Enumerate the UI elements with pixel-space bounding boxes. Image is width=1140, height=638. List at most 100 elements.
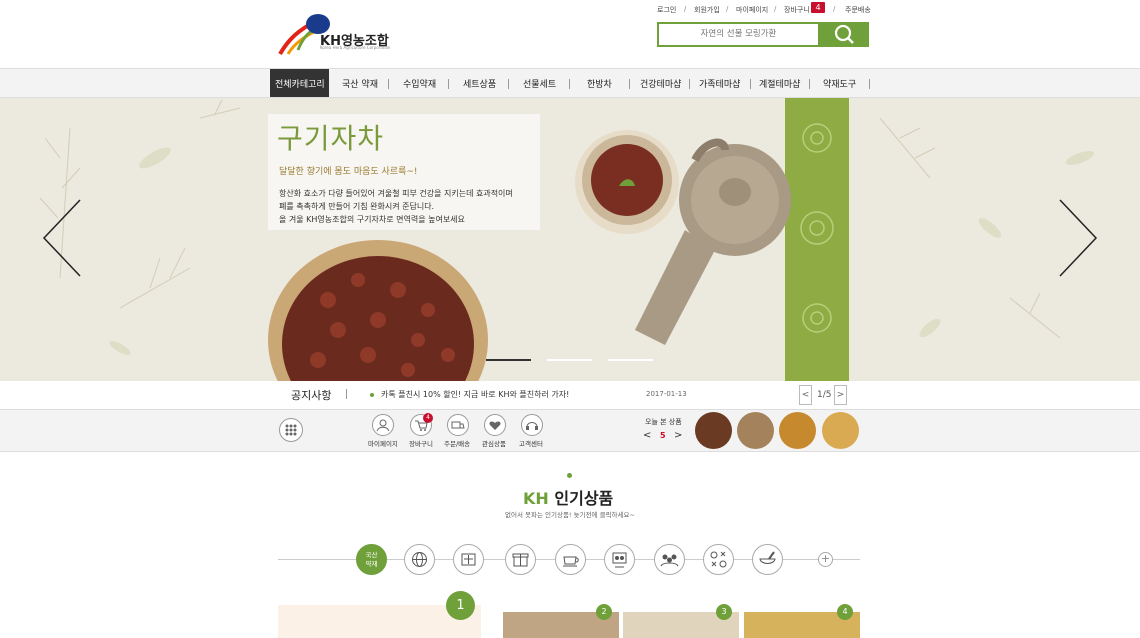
hero-banner[interactable]	[0, 98, 1140, 381]
truck-icon	[451, 421, 465, 429]
recent-thumb[interactable]	[822, 412, 859, 449]
quick-label: 관심상품	[482, 440, 506, 448]
notice-next-button[interactable]: >	[834, 385, 847, 405]
heart-icon	[489, 421, 501, 430]
category-imported[interactable]	[404, 544, 435, 575]
divider: /	[726, 5, 729, 13]
order-quick-button[interactable]	[447, 414, 469, 436]
category-label: 국산 약재	[365, 551, 378, 568]
quick-label: 장바구니	[409, 440, 433, 448]
quick-menu-bar	[0, 409, 1140, 452]
signup-link[interactable]: 회원가입	[694, 5, 720, 15]
hero-description-line: 올 겨울 KH영농조합의 구기자차로 면역력을 높여보세요	[279, 215, 465, 224]
family-icon	[612, 552, 627, 568]
nav-season-theme[interactable]: 계절테마샵	[759, 77, 800, 90]
hero-title: 구기자차	[277, 122, 385, 155]
notice-bullet-icon	[370, 393, 374, 397]
support-quick-button[interactable]	[521, 414, 543, 436]
rank-badge: 4	[837, 604, 853, 620]
quick-label: 고객센터	[519, 440, 543, 448]
category-health[interactable]	[604, 544, 635, 575]
seasons-icon	[710, 551, 727, 568]
category-set[interactable]	[453, 544, 484, 575]
nav-divider	[569, 79, 570, 89]
nav-herb-tools[interactable]: 약재도구	[823, 77, 856, 90]
goji-bowl-image	[268, 240, 488, 381]
recent-thumb[interactable]	[695, 412, 732, 449]
category-domestic-herbs[interactable]: 국산 약재	[356, 544, 387, 575]
mypage-quick-button[interactable]	[372, 414, 394, 436]
hero-next-arrow-icon[interactable]	[1058, 198, 1098, 278]
quick-cart-badge: 4	[423, 413, 433, 423]
notice-date: 2017-01-13	[646, 390, 687, 398]
recent-next-button[interactable]: >	[674, 430, 682, 441]
logo-subtitle: Korea Herb Agriculture Corporation	[320, 45, 391, 50]
rank-badge: 3	[716, 604, 732, 620]
category-more-button[interactable]: +	[818, 552, 833, 567]
nav-divider	[750, 79, 751, 89]
rank-badge: 2	[596, 604, 612, 620]
slide-indicator-3[interactable]	[608, 359, 653, 361]
cart-link[interactable]: 장바구니	[784, 5, 810, 15]
notice-divider	[346, 389, 347, 399]
popular-title-rest: 인기상품	[554, 489, 614, 508]
slide-indicator-2[interactable]	[547, 359, 592, 361]
divider: /	[833, 5, 836, 13]
nav-set-products[interactable]: 세트상품	[463, 77, 496, 90]
recent-count: 5	[660, 431, 666, 440]
wishlist-quick-button[interactable]	[484, 414, 506, 436]
nav-herbal-tea[interactable]: 한방차	[587, 77, 612, 90]
category-family[interactable]	[654, 544, 685, 575]
rank-badge: 1	[446, 591, 475, 620]
notice-title: 공지사항	[291, 389, 332, 402]
user-icon	[376, 419, 390, 432]
nav-imported-herbs[interactable]: 수입약재	[403, 77, 436, 90]
category-season[interactable]	[703, 544, 734, 575]
nav-divider	[629, 79, 630, 89]
notice-link[interactable]: 카톡 플친시 10% 할인! 지금 바로 KH와 플친하러 가자!	[381, 389, 569, 400]
hero-prev-arrow-icon[interactable]	[42, 198, 82, 278]
grid-icon	[285, 424, 297, 436]
login-link[interactable]: 로그인	[657, 5, 676, 15]
hero-description-line: 항산화 효소가 다량 들어있어 겨울철 피부 건강을 지키는데 효과적이며	[279, 189, 513, 198]
divider: /	[774, 5, 777, 13]
nav-divider	[448, 79, 449, 89]
all-menu-button[interactable]	[279, 418, 303, 442]
teapot-image	[575, 130, 791, 345]
tea-cup-icon	[563, 556, 579, 567]
recent-thumb[interactable]	[737, 412, 774, 449]
hero-background-art	[39, 99, 1095, 355]
quick-label: 주문/배송	[444, 440, 471, 448]
nav-health-theme[interactable]: 건강테마샵	[640, 77, 681, 90]
main-nav	[0, 68, 1140, 98]
slide-indicator-1[interactable]	[486, 359, 531, 361]
nav-family-theme[interactable]: 가족테마샵	[699, 77, 740, 90]
nav-divider	[508, 79, 509, 89]
headset-icon	[526, 422, 538, 430]
notice-prev-button[interactable]: <	[799, 385, 812, 405]
category-tools[interactable]	[752, 544, 783, 575]
nav-divider	[388, 79, 389, 89]
category-gift[interactable]	[505, 544, 536, 575]
order-delivery-link[interactable]: 주문배송	[845, 5, 871, 15]
nav-all-categories[interactable]: 전체카테고리	[275, 77, 325, 90]
category-tea[interactable]	[555, 544, 586, 575]
ginseng-icon	[461, 553, 476, 566]
gift-box-icon	[512, 553, 529, 567]
nav-divider	[809, 79, 810, 89]
divider: /	[684, 5, 687, 13]
popular-title-kh: KH	[523, 489, 549, 508]
search-input[interactable]: 자연의 선물 모링가환	[657, 22, 820, 47]
section-dot	[567, 473, 572, 478]
nav-domestic-herbs[interactable]: 국산 약재	[342, 77, 378, 90]
quick-label: 마이페이지	[368, 440, 398, 448]
globe-icon	[412, 552, 427, 567]
nav-gift-sets[interactable]: 선물세트	[523, 77, 556, 90]
cart-count-badge: 4	[811, 2, 825, 13]
recent-thumb[interactable]	[779, 412, 816, 449]
hero-description-line: 폐를 촉촉하게 만들어 기침 완화시켜 준답니다.	[279, 202, 435, 211]
recent-prev-button[interactable]: <	[643, 430, 651, 441]
mypage-link[interactable]: 마이페이지	[736, 5, 768, 15]
search-button[interactable]	[820, 22, 869, 47]
popular-title: KH 인기상품	[523, 485, 613, 509]
